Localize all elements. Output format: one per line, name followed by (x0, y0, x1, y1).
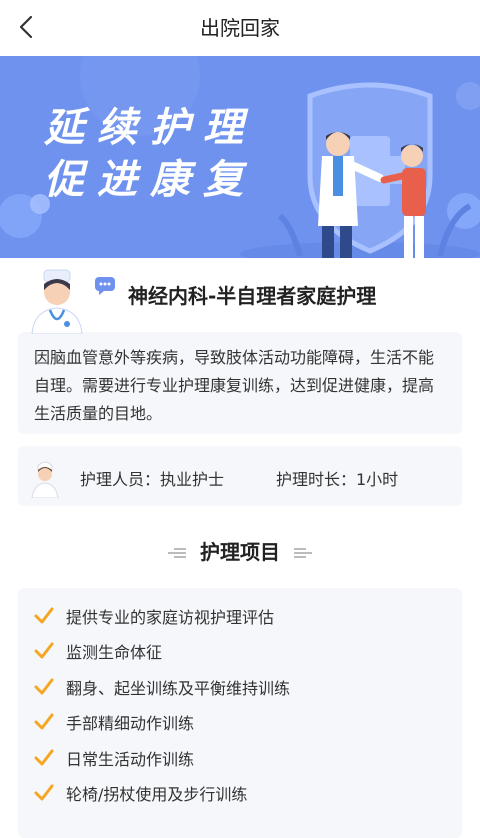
heading-decoration-left-icon (168, 548, 186, 558)
list-item: 手部精细动作训练 (34, 705, 462, 741)
top-nav-bar: 出院回家 (0, 0, 480, 56)
list-item-label: 轮椅/拐杖使用及步行训练 (66, 785, 248, 805)
nursing-duration-text: 护理时长：1小时 (276, 470, 399, 489)
slogan-line-1: 延续护理 (44, 105, 256, 151)
slogan-line-2: 促进康复 (44, 157, 256, 203)
list-item-label: 手部精细动作训练 (66, 714, 195, 734)
list-item: 提供专业的家庭访视护理评估 (34, 598, 462, 634)
nursing-staff-text: 护理人员：执业护士 (80, 470, 225, 489)
list-item: 轮椅/拐杖使用及步行训练 (34, 776, 462, 812)
care-items-list: 提供专业的家庭访视护理评估 监测生命体征 翻身、起坐训练及平衡维持训练 手部精细… (18, 588, 462, 838)
doctor-avatar-icon (31, 269, 83, 334)
check-icon (34, 749, 54, 766)
check-icon (34, 678, 54, 695)
list-item-label: 监测生命体征 (66, 643, 163, 663)
nurse-avatar-icon (31, 461, 59, 498)
service-description: 因脑血管意外等疾病，导致肢体活动功能障碍，生活不能自理。需要进行专业护理康复训练… (18, 332, 462, 434)
banner-slogan: 延续护理 促进康复 (44, 102, 256, 206)
page-title: 出院回家 (200, 16, 280, 40)
heading-decoration-right-icon (294, 548, 312, 558)
list-item: 日常生活动作训练 (34, 740, 462, 776)
service-header: 神经内科-半自理者家庭护理 (0, 258, 480, 334)
promo-banner: 延续护理 促进康复 (0, 56, 480, 258)
check-icon (34, 713, 54, 730)
check-icon (34, 642, 54, 659)
list-item-label: 提供专业的家庭访视护理评估 (66, 607, 275, 627)
service-info-bar: 护理人员：执业护士 护理时长：1小时 (18, 446, 462, 506)
list-item: 监测生命体征 (34, 634, 462, 670)
care-items-heading: 护理项目 (0, 522, 480, 582)
list-item-label: 翻身、起坐训练及平衡维持训练 (66, 678, 291, 698)
list-item-label: 日常生活动作训练 (66, 749, 195, 769)
service-title: 神经内科-半自理者家庭护理 (128, 284, 377, 308)
list-item: 翻身、起坐训练及平衡维持训练 (34, 669, 462, 705)
check-icon (34, 607, 54, 624)
section-title: 护理项目 (200, 540, 280, 564)
chat-bubble-icon (95, 277, 115, 295)
